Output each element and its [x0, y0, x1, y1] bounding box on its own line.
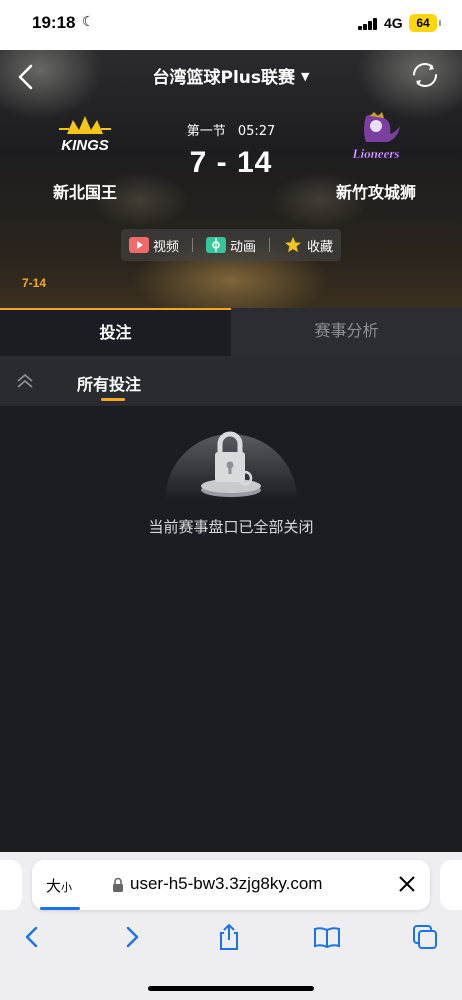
caret-down-icon: ▼	[301, 70, 310, 83]
network-type: 4G	[384, 15, 403, 31]
moon-icon: ☾	[82, 14, 95, 30]
back-icon[interactable]	[17, 922, 47, 952]
share-icon[interactable]	[214, 922, 244, 952]
markets-empty-state: 当前赛事盘口已全部关闭	[0, 406, 462, 852]
refresh-icon[interactable]	[412, 62, 438, 88]
collapse-all-icon[interactable]	[14, 370, 36, 392]
away-team-name: 新竹攻城狮	[335, 183, 416, 202]
close-icon[interactable]	[396, 873, 418, 895]
video-button[interactable]: 视频	[129, 236, 179, 255]
divider	[192, 238, 193, 252]
previous-tab-card[interactable]	[0, 860, 22, 910]
text-size-indicator	[40, 907, 80, 910]
main-tabs: 投注 赛事分析	[0, 308, 462, 356]
video-label: 视频	[153, 239, 180, 255]
address-bar[interactable]: 大小 user-h5-bw3.3zjg8ky.com	[32, 860, 430, 910]
battery-icon: 64	[409, 14, 441, 32]
mini-score: 7-14	[22, 276, 47, 290]
game-clock: 05:27	[237, 124, 276, 139]
bookmarks-icon[interactable]	[312, 922, 342, 952]
status-time: 19:18	[32, 13, 76, 32]
tab-analysis[interactable]: 赛事分析	[231, 308, 462, 356]
active-filter-indicator	[101, 398, 125, 401]
court-animation-icon	[205, 237, 226, 253]
browser-bar: 大小 user-h5-bw3.3zjg8ky.com	[0, 852, 462, 1000]
divider	[268, 238, 270, 252]
lioneers-logo: Lioneers	[351, 112, 400, 161]
text-size-button[interactable]: 大小	[46, 875, 72, 896]
padlock-icon	[113, 877, 123, 892]
home-indicator	[148, 986, 314, 991]
period-label: 第一节	[186, 124, 226, 139]
away-team[interactable]: Lioneers 新竹攻城狮	[316, 112, 436, 203]
favorite-button[interactable]: 收藏	[283, 236, 333, 255]
filter-all-bets[interactable]: 所有投注	[77, 371, 141, 395]
text-size-small: 小	[61, 881, 73, 894]
away-logo-text: Lioneers	[352, 146, 400, 161]
home-team-name: 新北国王	[52, 183, 117, 202]
favorite-label: 收藏	[306, 239, 333, 255]
video-icon	[129, 237, 149, 253]
browser-toolbar	[0, 922, 462, 958]
signal-icon	[358, 18, 378, 30]
next-tab-card[interactable]	[440, 860, 462, 910]
url-text[interactable]: user-h5-bw3.3zjg8ky.com	[130, 874, 322, 894]
bet-filter-bar: 所有投注	[0, 356, 462, 406]
animation-button[interactable]: 动画	[205, 236, 256, 255]
league-title: 台湾篮球Plus联赛	[152, 68, 296, 88]
star-icon	[284, 237, 301, 253]
tab-betting[interactable]: 投注	[0, 308, 231, 356]
empty-message: 当前赛事盘口已全部关闭	[148, 518, 314, 536]
match-actions-bar: 视频 动画 收藏	[121, 229, 341, 261]
status-bar: 19:18 ☾ 4G 64	[0, 0, 462, 50]
league-selector[interactable]: 台湾篮球Plus联赛 ▼	[0, 63, 462, 88]
animation-label: 动画	[229, 239, 256, 255]
text-size-large: 大	[46, 877, 62, 895]
forward-icon[interactable]	[117, 922, 147, 952]
match-header: 台湾篮球Plus联赛 ▼ KINGS 新北国王 第一节 05:27 7 - 14 …	[0, 50, 462, 308]
lock-icon	[165, 431, 297, 500]
tabs-icon[interactable]	[410, 922, 440, 952]
